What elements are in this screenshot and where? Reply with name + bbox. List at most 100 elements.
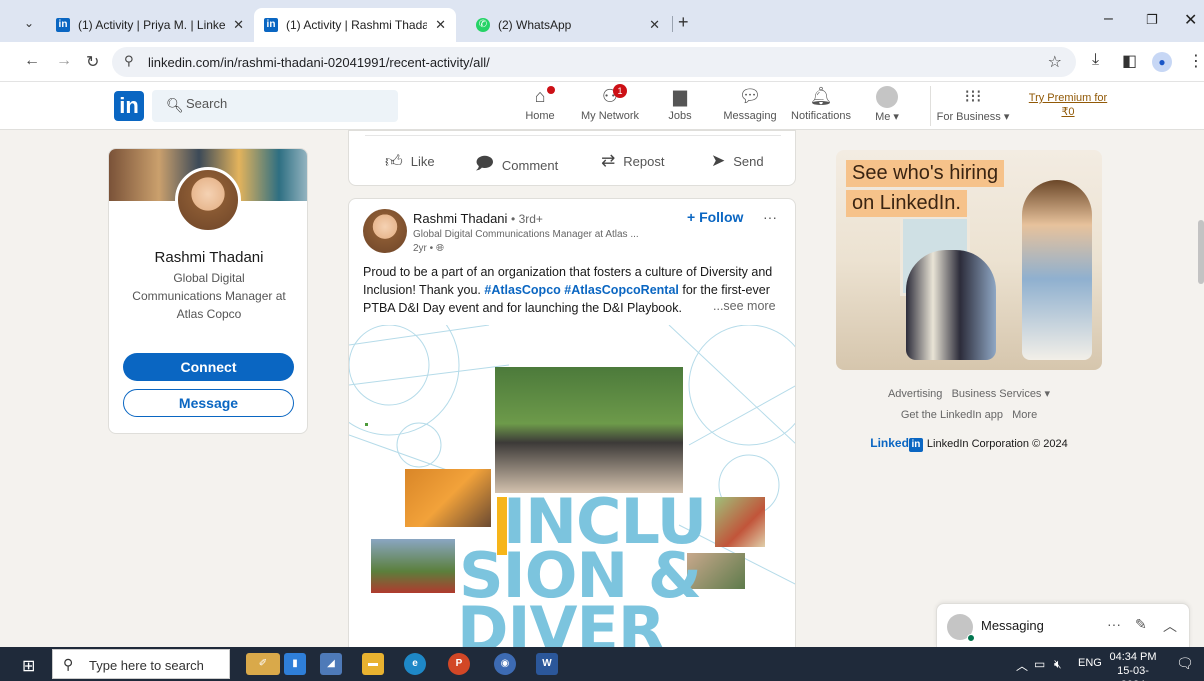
home-dot-badge [547, 86, 555, 94]
see-more-link[interactable]: ...see more [713, 299, 776, 313]
browser-profile-icon[interactable]: ● [1152, 52, 1172, 72]
nav-notifications[interactable]: 🔔︎ Notifications [786, 84, 856, 128]
close-tab-icon[interactable]: ✕ [649, 17, 660, 33]
like-button[interactable]: 👍︎ Like [385, 151, 435, 172]
nav-label: Messaging [723, 110, 777, 122]
browser-tab-strip: ⌄ in (1) Activity | Priya M. | LinkedIn … [0, 0, 1204, 42]
comment-button[interactable]: 🗩 Comment [475, 151, 558, 180]
taskbar-search[interactable]: ⚲ Type here to search [52, 649, 230, 679]
edge-browser-icon[interactable]: e [404, 653, 426, 675]
footer-link-business-services[interactable]: Business Services ▾ [952, 388, 1050, 400]
globe-icon: 🌐︎ [435, 243, 444, 254]
notification-center-icon[interactable]: 🗨︎ [1176, 655, 1194, 672]
nav-for-business[interactable]: ⁝⁝⁝ For Business ▾ [934, 84, 1012, 128]
search-input[interactable] [186, 96, 386, 111]
site-info-icon[interactable]: ⚲ [124, 53, 134, 69]
volume-muted-icon[interactable]: 🔇︎ [1054, 657, 1062, 672]
powerpoint-icon[interactable]: P [448, 653, 470, 675]
follow-button[interactable]: + Follow [687, 209, 743, 225]
new-tab-icon[interactable]: + [678, 12, 689, 33]
whatsapp-favicon-icon: ✆ [476, 18, 490, 32]
close-window-icon[interactable]: ✕ [1184, 10, 1197, 30]
tab-search-chevron-icon[interactable]: ⌄ [18, 12, 40, 34]
chevron-up-icon[interactable]: ︿ [1163, 616, 1177, 636]
close-tab-icon[interactable]: ✕ [435, 17, 446, 33]
me-avatar-icon [852, 84, 922, 108]
post-image[interactable]: INCLU SION & DIVER [349, 325, 795, 658]
linkedin-mini-logo-icon: in [908, 438, 923, 452]
reload-icon[interactable]: ↻ [86, 52, 99, 72]
post-author-avatar[interactable] [363, 209, 407, 253]
connection-degree: • 3rd+ [511, 212, 543, 226]
browser-menu-icon[interactable]: ⋮ [1188, 51, 1204, 71]
image-dot [365, 423, 368, 426]
footer-link-get-app[interactable]: Get the LinkedIn app [901, 409, 1003, 421]
connect-button[interactable]: Connect [123, 353, 294, 381]
nav-jobs[interactable]: ▆ Jobs [645, 84, 715, 128]
network-tray-icon[interactable]: ▭ [1034, 657, 1045, 671]
store-app-icon[interactable]: ▮ [284, 653, 306, 675]
windows-start-icon[interactable]: ⊞ [22, 656, 35, 676]
forward-icon[interactable]: → [56, 52, 72, 70]
profile-photo[interactable] [175, 167, 241, 233]
tray-chevron-up-icon[interactable]: ︿ [1016, 657, 1028, 674]
language-indicator[interactable]: ENG [1078, 657, 1102, 669]
app-icon[interactable]: ◢ [320, 653, 342, 675]
previous-post-actions: 👍︎ Like 🗩 Comment ⇄ Repost ➤ Send [348, 130, 796, 186]
restore-icon[interactable]: ❐ [1146, 12, 1158, 28]
try-premium-link[interactable]: Try Premium for ₹0 [1018, 91, 1118, 119]
nav-home[interactable]: ⌂ Home [505, 84, 575, 128]
url-text[interactable]: linkedin.com/in/rashmi-thadani-02041991/… [148, 55, 490, 70]
copyright-text: LinkedIn Corporation © 2024 [926, 438, 1068, 450]
browser-tab-priya[interactable]: in (1) Activity | Priya M. | LinkedIn ✕ [46, 8, 254, 42]
nav-messaging[interactable]: 💬︎ Messaging [715, 84, 785, 128]
taskbar-clock[interactable]: 04:34 PM 15-03-2024 [1108, 650, 1158, 681]
nav-me[interactable]: Me ▾ [852, 84, 922, 128]
close-tab-icon[interactable]: ✕ [233, 17, 244, 33]
more-options-icon[interactable]: ··· [763, 209, 777, 225]
like-label: Like [410, 154, 435, 169]
compose-icon[interactable]: ✎ [1135, 616, 1147, 633]
messaging-more-icon[interactable]: ··· [1107, 616, 1121, 632]
bookmark-star-icon[interactable]: ☆ [1048, 52, 1062, 72]
hashtag-link[interactable]: #AtlasCopcoRental [564, 283, 679, 297]
download-icon[interactable]: ⤓ [1092, 51, 1099, 69]
browser-tab-rashmi[interactable]: in (1) Activity | Rashmi Thadani | Li ✕ [254, 8, 456, 42]
send-label: Send [733, 153, 764, 169]
browser-toolbar: ← → ↻ ⚲ linkedin.com/in/rashmi-thadani-0… [0, 42, 1204, 82]
back-icon[interactable]: ← [24, 52, 40, 70]
address-bar[interactable]: ⚲ linkedin.com/in/rashmi-thadani-0204199… [112, 47, 1076, 77]
linkedin-logo[interactable]: in [114, 91, 144, 121]
linkedin-search[interactable]: 🔍︎ [152, 90, 398, 122]
send-button[interactable]: ➤ Send [711, 151, 764, 171]
send-icon: ➤ [711, 151, 726, 170]
word-icon[interactable]: W [536, 653, 558, 675]
hashtag-link[interactable]: #AtlasCopco [484, 283, 560, 297]
paint-app-icon[interactable]: ✐ [246, 653, 280, 675]
footer-link-more[interactable]: More [1012, 409, 1037, 421]
online-status-dot [967, 634, 975, 642]
page-scrollbar[interactable] [1198, 220, 1204, 284]
post-author-name[interactable]: Rashmi Thadani [413, 211, 507, 226]
message-button[interactable]: Message [123, 389, 294, 417]
clock-date: 15-03-2024 [1117, 665, 1149, 681]
footer-link-advertising[interactable]: Advertising [888, 388, 942, 400]
tab-separator [672, 16, 673, 32]
repost-button[interactable]: ⇄ Repost [601, 151, 664, 171]
ad-headline: on LinkedIn. [846, 190, 967, 217]
header-divider [930, 86, 931, 126]
nav-label: For Business ▾ [936, 111, 1010, 123]
file-explorer-icon[interactable]: ▬ [362, 653, 384, 675]
comment-label: Comment [501, 158, 559, 173]
side-panel-icon[interactable]: ◧ [1122, 51, 1137, 71]
briefcase-icon: ▆ [673, 86, 687, 106]
messaging-overlay[interactable]: Messaging ··· ✎ ︿ [936, 603, 1190, 647]
nav-my-network[interactable]: ⚇ 1 My Network [575, 84, 645, 128]
minimize-icon[interactable]: – [1104, 10, 1113, 28]
chrome-browser-icon[interactable]: ◉ [494, 653, 516, 675]
post-author[interactable]: Rashmi Thadani • 3rd+ [413, 211, 543, 226]
messaging-title[interactable]: Messaging [981, 618, 1044, 633]
hiring-ad[interactable]: See who's hiring on LinkedIn. [836, 150, 1102, 370]
profile-name[interactable]: Rashmi Thadani [109, 249, 307, 266]
browser-tab-whatsapp[interactable]: ✆ (2) WhatsApp ✕ [466, 8, 670, 42]
